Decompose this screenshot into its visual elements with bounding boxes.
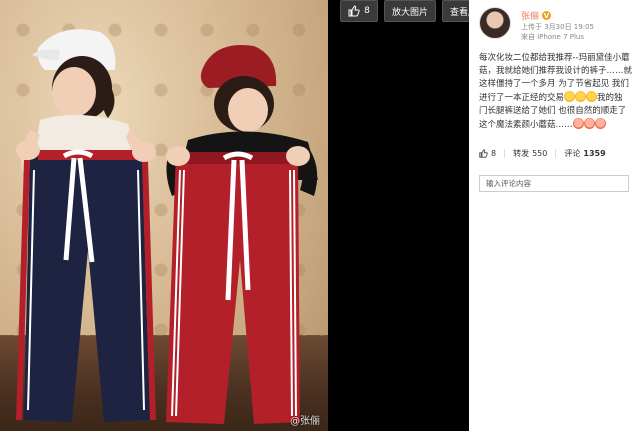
- repost-action[interactable]: 转发 550: [513, 148, 547, 159]
- repost-label: 转发: [513, 149, 530, 158]
- divider: [555, 149, 557, 158]
- like-action-count: 8: [491, 149, 497, 158]
- author-name[interactable]: 张俪: [521, 9, 539, 22]
- photo-watermark: @张俪: [290, 416, 320, 427]
- post-line: 进行了一本正经的交易 我的独: [479, 91, 623, 103]
- post-line: 这样僵持了一个多月 为了节省起见 我们: [479, 79, 629, 89]
- comment-count: 1359: [583, 149, 606, 158]
- image-viewer: @张俪 8 放大图片 查看原图 张俪 V 上传于 3月30日 19:05 来自 …: [0, 0, 640, 431]
- like-count: 8: [364, 6, 370, 16]
- upload-time: 上传于 3月30日 19:05: [521, 23, 594, 31]
- like-button[interactable]: 8: [340, 0, 378, 22]
- post-line: 这个魔法素颜小蘑菇……: [479, 118, 632, 132]
- thumbs-up-icon: [348, 5, 360, 17]
- cry-emoji-icon: [572, 118, 584, 129]
- post-source: 来自 iPhone 7 Plus: [521, 33, 585, 41]
- comment-placeholder: 输入评论内容: [486, 179, 531, 188]
- post-photo[interactable]: @张俪: [0, 0, 328, 431]
- post-line: 门长腿裤送给了她们 也很自然的顺走了: [479, 106, 627, 116]
- post-line: 每次化妆二位都给我推荐--玛丽黛佳小蘑: [479, 53, 630, 63]
- cry-emoji-icon: [583, 118, 595, 129]
- smile-emoji-icon: [575, 91, 587, 102]
- comment-input[interactable]: 输入评论内容: [479, 175, 629, 192]
- divider: [504, 149, 506, 158]
- thumbs-up-icon: [479, 149, 488, 158]
- verified-badge-icon: V: [542, 11, 552, 20]
- viewer-backdrop: [328, 0, 469, 431]
- avatar[interactable]: [479, 7, 511, 39]
- repost-count: 550: [532, 149, 548, 158]
- enlarge-image-button[interactable]: 放大图片: [384, 0, 437, 22]
- like-action[interactable]: 8: [479, 149, 496, 158]
- post-actions: 8 转发 550 评论 1359: [479, 148, 632, 159]
- comment-label: 评论: [564, 149, 581, 158]
- post-line: 菇，我就给她们推荐我设计的裤子……就: [479, 66, 633, 76]
- cry-emoji-icon: [594, 118, 606, 129]
- post-detail-panel: 张俪 V 上传于 3月30日 19:05 来自 iPhone 7 Plus 每次…: [469, 0, 640, 431]
- post-text: 每次化妆二位都给我推荐--玛丽黛佳小蘑 菇，我就给她们推荐我设计的裤子……就 这…: [479, 52, 632, 132]
- comment-action[interactable]: 评论 1359: [564, 148, 605, 159]
- smile-emoji-icon: [586, 91, 598, 102]
- author-block: 张俪 V 上传于 3月30日 19:05 来自 iPhone 7 Plus: [479, 7, 594, 42]
- smile-emoji-icon: [564, 91, 576, 102]
